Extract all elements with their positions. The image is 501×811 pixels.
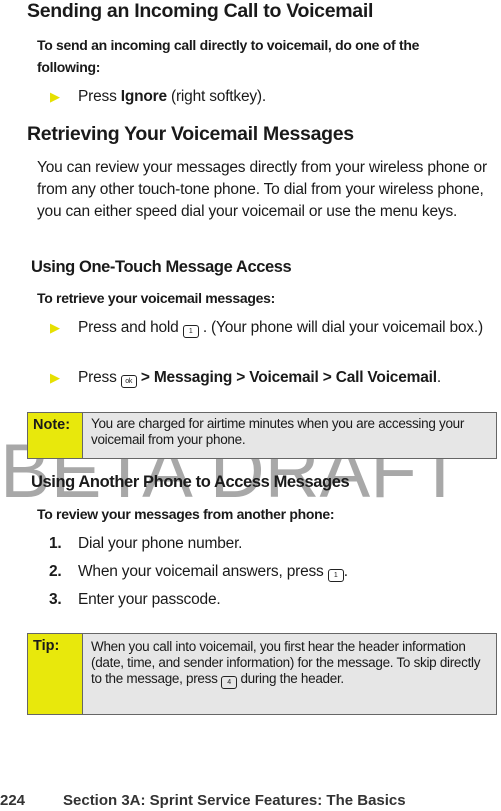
ignore-label: Ignore <box>120 88 167 105</box>
lead-send: To send an incoming call directly to voi… <box>37 37 420 75</box>
step-number: 2. <box>49 563 62 580</box>
page-number: 224 <box>0 792 26 809</box>
step-text: When your voicemail answers, press <box>78 563 324 580</box>
tip-box: Tip: When you call into voicemail, you f… <box>27 633 497 715</box>
heading-another-phone: Using Another Phone to Access Messages <box>31 473 350 491</box>
menu-ok-key-icon: ok <box>120 375 137 388</box>
menu-call-voicemail: Call Voicemail <box>335 369 437 386</box>
sep: > <box>236 369 246 386</box>
text: during the header. <box>240 671 344 686</box>
step-text: Dial your phone number. <box>78 535 243 552</box>
retrieving-paragraph: You can review your messages directly fr… <box>37 159 487 220</box>
key-1-voicemail-icon: 1 <box>327 569 344 582</box>
text: . <box>436 369 441 386</box>
arrow-icon: ▶ <box>50 370 60 385</box>
bullet-ignore: ▶ Press Ignore (right softkey). <box>50 86 500 108</box>
bullet-press-hold: ▶ Press and hold 1 . (Your phone will dia… <box>50 317 500 339</box>
step-number: 1. <box>49 535 62 552</box>
key-1-voicemail-icon: 1 <box>182 325 199 338</box>
heading-retrieving: Retrieving Your Voicemail Messages <box>27 123 354 145</box>
heading-sending-call: Sending an Incoming Call to Voicemail <box>27 0 374 22</box>
tip-label: Tip: <box>28 634 83 714</box>
text: . (Your phone will dial your voicemail b… <box>202 319 483 336</box>
bullet-press-menu: ▶ Press ok > Messaging > Voicemail > Call… <box>50 367 500 389</box>
text: Press <box>78 88 121 105</box>
step-3: 3. Enter your passcode. <box>49 589 499 611</box>
footer-section: Section 3A: Sprint Service Features: The… <box>63 792 406 809</box>
heading-one-touch: Using One-Touch Message Access <box>31 258 292 276</box>
menu-messaging: Messaging <box>153 369 233 386</box>
step-2: 2. When your voicemail answers, press 1. <box>49 561 499 583</box>
sep: > <box>140 369 150 386</box>
text: Press <box>78 369 117 386</box>
step-text: Enter your passcode. <box>78 591 221 608</box>
tip-text: When you call into voicemail, you first … <box>83 634 496 714</box>
text: (right softkey). <box>166 88 267 105</box>
arrow-icon: ▶ <box>50 320 60 335</box>
lead-retrieve: To retrieve your voicemail messages: <box>37 290 275 306</box>
text: Press and hold <box>78 319 179 336</box>
note-label: Note: <box>28 413 83 458</box>
sep: > <box>322 369 332 386</box>
lead-review: To review your messages from another pho… <box>37 506 335 522</box>
key-4-icon: 4 <box>220 676 237 689</box>
step-1: 1. Dial your phone number. <box>49 533 499 555</box>
menu-voicemail: Voicemail <box>249 369 319 386</box>
note-box: Note: You are charged for airtime minute… <box>27 412 497 459</box>
arrow-icon: ▶ <box>50 89 60 104</box>
text: . <box>343 563 348 580</box>
note-text: You are charged for airtime minutes when… <box>91 416 465 447</box>
step-number: 3. <box>49 591 62 608</box>
